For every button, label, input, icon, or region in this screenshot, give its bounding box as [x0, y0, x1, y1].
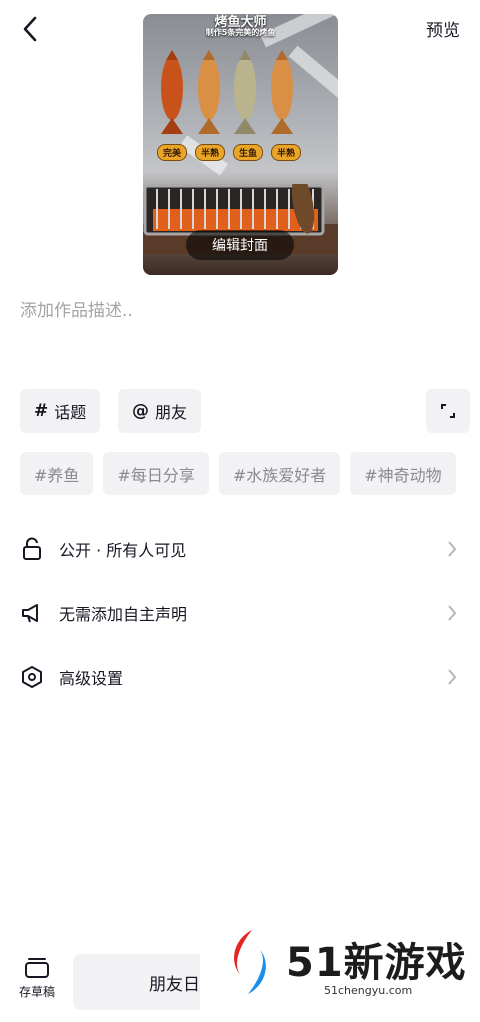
- description-input[interactable]: 添加作品描述..: [20, 296, 460, 366]
- fish-row: [157, 46, 297, 136]
- save-draft-label: 存草稿: [18, 985, 55, 999]
- fish-icon: [234, 50, 257, 134]
- preview-button[interactable]: 预览: [426, 16, 460, 41]
- visibility-label: 公开 · 所有人可见: [59, 541, 187, 560]
- edit-cover-button[interactable]: 编辑封面: [186, 230, 294, 260]
- friend-chip-label: 朋友: [155, 403, 188, 422]
- suggested-tag[interactable]: #养鱼: [20, 452, 94, 495]
- chevron-right-icon: [448, 541, 457, 557]
- fish-icon: [270, 50, 293, 134]
- friend-chip[interactable]: @ 朋友: [118, 389, 202, 433]
- suggested-tag[interactable]: #神奇动物: [350, 452, 456, 495]
- visibility-setting[interactable]: 公开 · 所有人可见: [0, 524, 480, 574]
- suggested-tag[interactable]: #每日分享: [103, 452, 209, 495]
- chevron-right-icon: [448, 669, 457, 685]
- suggested-tags: #养鱼 #每日分享 #水族爱好者 #神奇动物: [20, 452, 466, 495]
- expand-corners-icon: [441, 404, 455, 418]
- fish-tag: 完美: [157, 144, 188, 161]
- fish-tag: 生鱼: [232, 144, 263, 161]
- fish-icon: [161, 50, 183, 134]
- watermark-brand: 51新游戏: [286, 940, 467, 986]
- suggested-tag[interactable]: #水族爱好者: [218, 452, 341, 495]
- advanced-setting[interactable]: 高级设置: [0, 652, 480, 702]
- at-icon: @: [132, 401, 149, 421]
- hexagon-settings-icon: [20, 665, 44, 689]
- save-draft-button[interactable]: 存草稿: [12, 955, 62, 1011]
- cover-subtitle: 制作5条完美的烤鱼: [205, 28, 276, 37]
- hash-icon: #: [34, 401, 49, 421]
- fish-tag: 半熟: [194, 144, 225, 161]
- expand-button[interactable]: [426, 389, 470, 433]
- fish-tag: 半熟: [270, 144, 301, 161]
- watermark-url: 51chengyu.com: [324, 984, 413, 997]
- megaphone-icon: [20, 601, 44, 625]
- advanced-label: 高级设置: [59, 669, 124, 688]
- declaration-label: 无需添加自主声明: [59, 605, 188, 624]
- topic-chip-label: 话题: [54, 403, 87, 422]
- declaration-setting[interactable]: 无需添加自主声明: [0, 588, 480, 638]
- draft-box-icon: [25, 958, 49, 978]
- topic-chip[interactable]: # 话题: [20, 389, 101, 433]
- watermark: 51新游戏 51chengyu.com: [200, 912, 480, 1022]
- fish-tag-row: 完美 半熟 生鱼 半熟: [157, 144, 301, 161]
- fish-icon: [197, 50, 220, 134]
- back-button[interactable]: [16, 12, 44, 46]
- lock-icon: [20, 537, 44, 561]
- brand-logo: [234, 930, 266, 994]
- chevron-right-icon: [448, 605, 457, 621]
- cover-thumbnail[interactable]: 烤鱼大师 制作5条完美的烤鱼 完美 半熟 生鱼 半熟 编辑封面: [143, 14, 338, 275]
- chevron-left-icon: [23, 16, 37, 42]
